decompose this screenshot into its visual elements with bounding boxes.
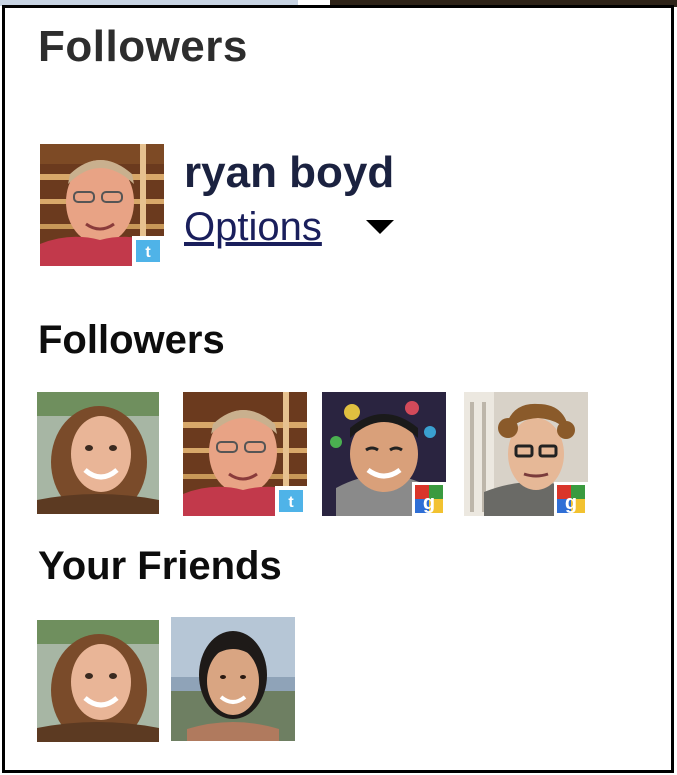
follower-avatar[interactable]: [37, 392, 159, 514]
svg-text:t: t: [288, 494, 294, 511]
svg-text:g: g: [423, 492, 435, 514]
friend-avatar[interactable]: [171, 617, 295, 741]
profile-avatar[interactable]: t: [40, 144, 164, 266]
follower-avatar[interactable]: g: [464, 392, 588, 516]
options-link[interactable]: Options: [184, 205, 322, 250]
screenshot-frame: Followers t ryan boyd Options Followers: [0, 0, 677, 775]
user-name[interactable]: ryan boyd: [184, 148, 394, 198]
options-dropdown-icon[interactable]: [366, 220, 394, 236]
friends-section-title: Your Friends: [38, 544, 282, 588]
svg-text:t: t: [145, 244, 151, 261]
gadget-title: Followers: [38, 22, 248, 71]
follower-avatar[interactable]: g: [322, 392, 446, 516]
follower-avatar[interactable]: t: [183, 392, 307, 516]
friend-avatar[interactable]: [37, 620, 159, 742]
followers-section-title: Followers: [38, 318, 225, 362]
svg-text:g: g: [565, 492, 577, 514]
